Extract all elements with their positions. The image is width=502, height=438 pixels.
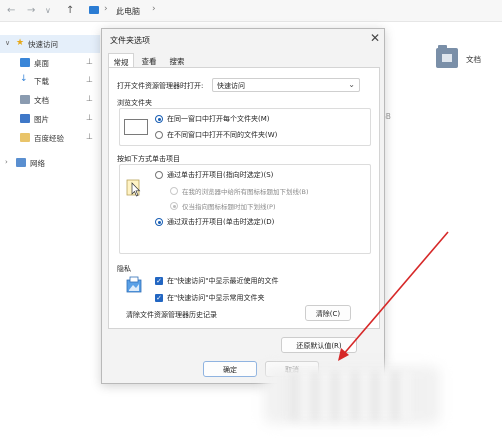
restore-defaults-button[interactable]: 还原默认值(R) bbox=[281, 337, 357, 353]
checkbox-recent-files[interactable]: ✓ bbox=[155, 277, 163, 285]
forward-icon[interactable]: → bbox=[27, 5, 35, 16]
sidebar-item-downloads[interactable]: ↓ 下载 ⊥ bbox=[0, 72, 100, 90]
blurred-region bbox=[290, 372, 410, 420]
radio-label[interactable]: 在同一窗口中打开每个文件夹(M) bbox=[167, 114, 270, 124]
ok-button[interactable]: 确定 bbox=[203, 361, 257, 377]
computer-icon bbox=[89, 6, 99, 14]
folder-options-dialog: 文件夹选项 ✕ 常规 查看 搜索 打开文件资源管理器时打开: 快速访问 ⌄ 浏览… bbox=[101, 28, 385, 384]
chevron-down-icon[interactable]: ∨ bbox=[5, 39, 10, 47]
sidebar-item-desktop[interactable]: 桌面 ⊥ bbox=[0, 54, 100, 72]
radio-same-window[interactable] bbox=[155, 115, 163, 123]
sidebar: ∨ ★ 快速访问 桌面 ⊥ ↓ 下载 ⊥ 文档 ⊥ 图片 ⊥ 百度经验 ⊥ › … bbox=[0, 30, 100, 190]
tab-search[interactable]: 搜索 bbox=[164, 53, 190, 68]
browse-folders-heading: 浏览文件夹 bbox=[117, 99, 152, 107]
radio-label[interactable]: 在我的浏览器中给所有图标标题加下划线(B) bbox=[182, 186, 309, 196]
sidebar-item-label: 百度经验 bbox=[34, 134, 64, 143]
radio-label[interactable]: 通过单击打开项目(指向时选定)(S) bbox=[167, 170, 273, 180]
documents-folder-icon[interactable] bbox=[436, 45, 458, 68]
sidebar-item-documents[interactable]: 文档 ⊥ bbox=[0, 91, 100, 109]
clear-history-button[interactable]: 清除(C) bbox=[305, 305, 351, 321]
sidebar-item-label: 图片 bbox=[34, 115, 49, 124]
network-icon bbox=[16, 158, 26, 167]
radio-label[interactable]: 在不同窗口中打开不同的文件夹(W) bbox=[167, 130, 277, 140]
pin-icon[interactable]: ⊥ bbox=[86, 75, 93, 84]
document-icon bbox=[20, 95, 30, 104]
picture-icon bbox=[20, 114, 30, 123]
open-with-value: 快速访问 bbox=[217, 82, 245, 90]
checkbox-label[interactable]: 在"快速访问"中显示最近使用的文件 bbox=[167, 276, 278, 286]
privacy-illustration-icon bbox=[126, 276, 142, 293]
sidebar-item-label: 网络 bbox=[30, 159, 45, 168]
chevron-down-icon: ⌄ bbox=[348, 80, 355, 89]
click-items-group: 通过单击打开项目(指向时选定)(S) 在我的浏览器中给所有图标标题加下划线(B)… bbox=[119, 164, 371, 254]
sidebar-item-label: 桌面 bbox=[34, 59, 49, 68]
sidebar-item-label: 下载 bbox=[34, 77, 49, 86]
radio-single-click[interactable] bbox=[155, 171, 163, 179]
open-with-select[interactable]: 快速访问 ⌄ bbox=[212, 78, 360, 92]
sidebar-item-baidu-jingyan[interactable]: 百度经验 ⊥ bbox=[0, 129, 100, 147]
up-icon[interactable]: ↑ bbox=[66, 5, 74, 16]
cursor-illustration-icon bbox=[126, 179, 141, 197]
radio-label[interactable]: 通过双击打开项目(单击时选定)(D) bbox=[167, 217, 274, 227]
checkbox-frequent-folders[interactable]: ✓ bbox=[155, 294, 163, 302]
sidebar-item-label: 文档 bbox=[34, 96, 49, 105]
open-with-label: 打开文件资源管理器时打开: bbox=[117, 82, 204, 90]
window-illustration-icon bbox=[124, 119, 148, 135]
chevron-right-icon[interactable]: › bbox=[104, 4, 108, 14]
address-bar: ← → ∨ ↑ › 此电脑 › bbox=[0, 0, 502, 22]
pin-icon[interactable]: ⊥ bbox=[86, 57, 93, 66]
sidebar-item-label: 快速访问 bbox=[28, 40, 58, 49]
back-icon[interactable]: ← bbox=[7, 5, 15, 16]
sidebar-item-network[interactable]: › 网络 bbox=[0, 154, 100, 172]
radio-double-click[interactable] bbox=[155, 218, 163, 226]
recent-chevron-icon[interactable]: ∨ bbox=[45, 6, 51, 15]
folder-label[interactable]: 文档 bbox=[466, 54, 481, 65]
sidebar-item-pictures[interactable]: 图片 ⊥ bbox=[0, 110, 100, 128]
chevron-right-icon[interactable]: › bbox=[152, 4, 156, 14]
tab-view[interactable]: 查看 bbox=[136, 53, 162, 68]
folder-icon bbox=[20, 133, 30, 142]
tab-strip: 常规 查看 搜索 bbox=[102, 53, 386, 68]
chevron-right-icon[interactable]: › bbox=[5, 158, 8, 166]
desktop-icon bbox=[20, 58, 30, 67]
breadcrumb[interactable]: 此电脑 bbox=[116, 6, 140, 17]
general-panel: 打开文件资源管理器时打开: 快速访问 ⌄ 浏览文件夹 在同一窗口中打开每个文件夹… bbox=[108, 67, 380, 329]
download-icon: ↓ bbox=[20, 74, 28, 84]
sidebar-item-quick-access[interactable]: ∨ ★ 快速访问 bbox=[0, 35, 100, 53]
radio-new-window[interactable] bbox=[155, 131, 163, 139]
pin-icon[interactable]: ⊥ bbox=[86, 113, 93, 122]
radio-underline-hover[interactable] bbox=[170, 202, 178, 210]
dialog-title: 文件夹选项 bbox=[110, 36, 150, 45]
tab-general[interactable]: 常规 bbox=[108, 53, 134, 68]
pin-icon[interactable]: ⊥ bbox=[86, 94, 93, 103]
browse-folders-group: 在同一窗口中打开每个文件夹(M) 在不同窗口中打开不同的文件夹(W) bbox=[119, 108, 371, 146]
pin-icon[interactable]: ⊥ bbox=[86, 132, 93, 141]
checkbox-label[interactable]: 在"快速访问"中显示常用文件夹 bbox=[167, 293, 264, 303]
click-items-heading: 按如下方式单击项目 bbox=[117, 155, 180, 163]
close-icon[interactable]: ✕ bbox=[368, 31, 382, 45]
clear-history-label: 清除文件资源管理器历史记录 bbox=[126, 311, 217, 319]
radio-label[interactable]: 仅当指向图标标题时加下划线(P) bbox=[182, 201, 276, 211]
star-icon: ★ bbox=[16, 38, 25, 48]
privacy-heading: 隐私 bbox=[117, 265, 131, 273]
radio-underline-all[interactable] bbox=[170, 187, 178, 195]
